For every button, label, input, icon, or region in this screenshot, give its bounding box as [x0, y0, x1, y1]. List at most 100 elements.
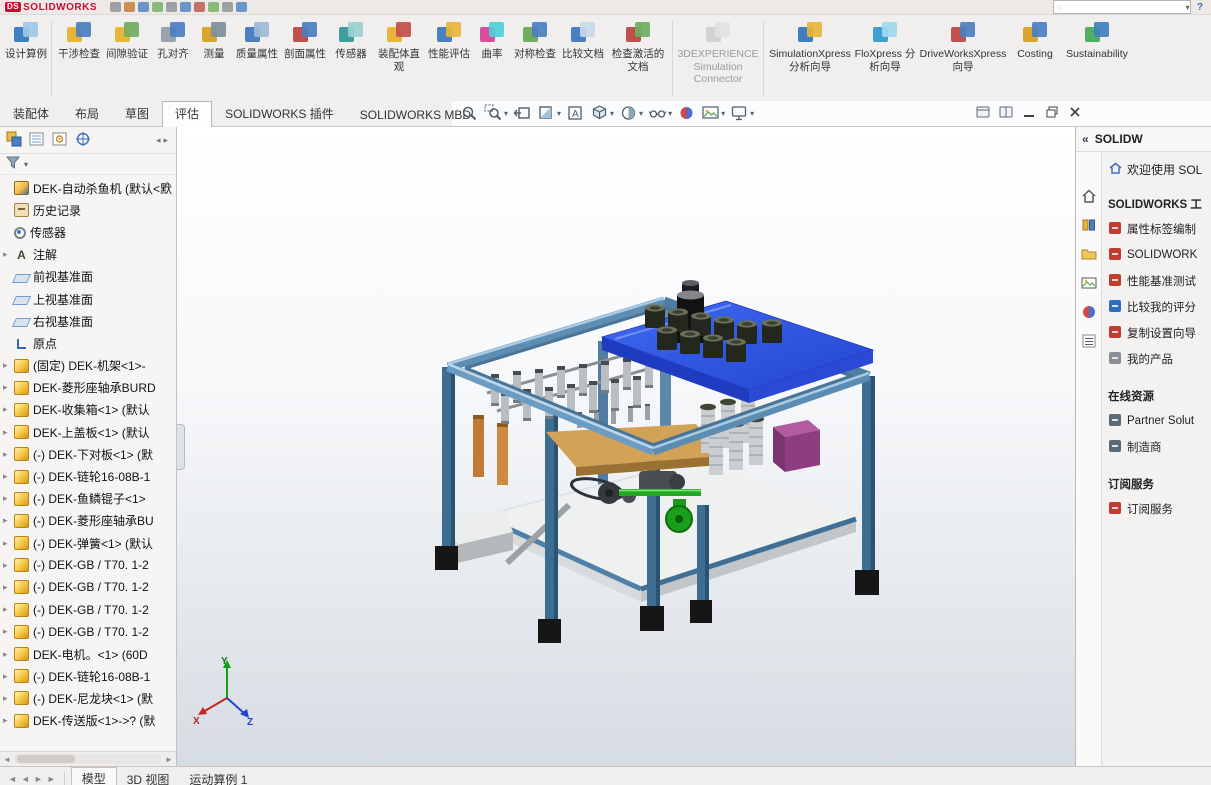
ribbon-item-sustainability[interactable]: Sustainability	[1061, 17, 1133, 101]
scroll-left-icon[interactable]: ◄	[0, 755, 14, 764]
task-pane-item[interactable]: 我的产品	[1108, 346, 1209, 372]
section-view-icon[interactable]: ▾	[535, 103, 563, 123]
solidworks-resources-icon[interactable]	[1079, 186, 1099, 206]
ribbon-item-costing[interactable]: Costing	[1009, 17, 1061, 101]
expand-arrow-icon[interactable]: ▸	[3, 404, 13, 415]
help-icon[interactable]: ?	[1194, 2, 1206, 13]
minimize-icon[interactable]	[1021, 104, 1037, 123]
tree-item[interactable]: 前视基准面	[0, 266, 176, 288]
dropdown-caret-icon[interactable]: ▾	[750, 109, 754, 118]
expand-task-pane-icon[interactable]: «	[1082, 132, 1089, 146]
new-icon[interactable]	[110, 2, 122, 12]
display-pane-icon[interactable]	[28, 130, 46, 151]
file-explorer-icon[interactable]	[1079, 244, 1099, 264]
design-library-icon[interactable]	[1079, 215, 1099, 235]
command-tab-4[interactable]: SOLIDWORKS 插件	[212, 101, 347, 126]
ribbon-item-floxpress[interactable]: FloXpress 分析向导	[853, 17, 917, 101]
graphics-viewport[interactable]: Y X Z	[177, 127, 1075, 766]
search-input[interactable]	[1064, 2, 1182, 12]
expand-arrow-icon[interactable]: ▸	[3, 604, 13, 615]
prev-tab-icon[interactable]: ◄	[19, 774, 32, 784]
expand-arrow-icon[interactable]: ▸	[3, 649, 13, 660]
tree-item[interactable]: ▸ DEK-上盖板<1> (默认	[0, 421, 176, 443]
rebuild-icon[interactable]	[208, 2, 220, 12]
tree-horizontal-scrollbar[interactable]: ◄ ►	[0, 751, 176, 766]
dynamic-annotation-icon[interactable]: A	[564, 103, 587, 123]
expand-arrow-icon[interactable]: ▸	[3, 449, 13, 460]
panel-splitter-handle[interactable]	[177, 424, 185, 470]
tree-item[interactable]: ▸ (-) DEK-链轮16-08B-1	[0, 665, 176, 687]
task-pane-item[interactable]: 性能基准测试	[1108, 268, 1209, 294]
study-tab-2[interactable]: 运动算例 1	[179, 769, 257, 785]
edit-appearance-icon[interactable]	[675, 103, 698, 123]
ribbon-item-clearance-verification[interactable]: 间隙验证	[103, 17, 151, 101]
collapse-tree-icon[interactable]: ∧	[164, 180, 171, 191]
ribbon-item-design-study[interactable]: 设计算例	[4, 17, 48, 101]
command-tab-2[interactable]: 草图	[112, 101, 162, 126]
print-icon[interactable]	[152, 2, 164, 12]
task-pane-item[interactable]: Partner Solut	[1108, 408, 1209, 434]
tree-item[interactable]: ▸ (-) DEK-尼龙块<1> (默	[0, 687, 176, 709]
tree-item[interactable]: 上视基准面	[0, 288, 176, 310]
tree-item[interactable]: ▸ DEK-菱形座轴承BURD	[0, 377, 176, 399]
expand-arrow-icon[interactable]: ▸	[3, 471, 13, 482]
expand-arrow-icon[interactable]: ▸	[3, 671, 13, 682]
expand-arrow-icon[interactable]: ▸	[3, 493, 13, 504]
undo-icon[interactable]	[166, 2, 178, 12]
tree-item[interactable]: ▸ (-) DEK-下对板<1> (默	[0, 443, 176, 465]
study-tab-1[interactable]: 3D 视图	[117, 769, 180, 785]
search-box[interactable]: ◌ ▾	[1052, 0, 1191, 14]
dropdown-caret-icon[interactable]: ▾	[721, 109, 725, 118]
expand-arrow-icon[interactable]: ▸	[3, 715, 13, 726]
tree-root-item[interactable]: DEK-自动杀鱼机 (默认<默	[0, 177, 176, 199]
search-caret-icon[interactable]: ▾	[1186, 3, 1190, 12]
window-icon-2[interactable]	[998, 104, 1014, 123]
window-icon[interactable]	[975, 104, 991, 123]
expand-arrow-icon[interactable]: ▸	[3, 538, 13, 549]
filter-icon[interactable]	[5, 155, 21, 173]
restore-icon[interactable]	[1044, 104, 1060, 123]
ribbon-item-3dexperience-connector[interactable]: 3DEXPERIENCE Simulation Connector	[676, 17, 760, 101]
ribbon-item-assembly-visualization[interactable]: 装配体直观	[373, 17, 425, 101]
dimxpert-manager-icon[interactable]	[74, 130, 92, 151]
redo-icon[interactable]	[180, 2, 192, 12]
options-icon[interactable]	[236, 2, 248, 12]
display-style-icon[interactable]: ▾	[617, 103, 645, 123]
dropdown-caret-icon[interactable]: ▾	[668, 109, 672, 118]
ribbon-item-driveworksxpress[interactable]: DriveWorksXpress 向导	[917, 17, 1009, 101]
tree-item[interactable]: 传感器	[0, 221, 176, 243]
scrollbar-thumb[interactable]	[17, 755, 75, 763]
dropdown-caret-icon[interactable]: ▾	[639, 109, 643, 118]
open-icon[interactable]	[124, 2, 136, 12]
view-palette-icon[interactable]	[1079, 273, 1099, 293]
zoom-to-area-icon[interactable]: ▾	[482, 103, 510, 123]
scroll-right-icon[interactable]: ►	[162, 755, 176, 764]
view-orientation-icon[interactable]: ▾	[588, 103, 616, 123]
expand-arrow-icon[interactable]: ▸	[3, 626, 13, 637]
save-icon[interactable]	[138, 2, 150, 12]
custom-properties-icon[interactable]	[1079, 331, 1099, 351]
select-icon[interactable]	[194, 2, 206, 12]
command-tab-1[interactable]: 布局	[62, 101, 112, 126]
tree-item[interactable]: 右视基准面	[0, 310, 176, 332]
ribbon-item-compare-documents[interactable]: 比较文档	[559, 17, 607, 101]
tree-item[interactable]: ▸ (-) DEK-GB / T70. 1-2	[0, 554, 176, 576]
ribbon-item-interference-detection[interactable]: 干涉检查	[55, 17, 103, 101]
hide-show-items-icon[interactable]: ▾	[646, 103, 674, 123]
tree-item[interactable]: ▸ (-) DEK-链轮16-08B-1	[0, 465, 176, 487]
tree-item[interactable]: ▸ (-) DEK-GB / T70. 1-2	[0, 599, 176, 621]
task-pane-item[interactable]: 属性标签编制	[1108, 216, 1209, 242]
tree-item[interactable]: ▸ (固定) DEK-机架<1>-	[0, 355, 176, 377]
close-icon[interactable]	[1067, 104, 1083, 123]
expand-arrow-icon[interactable]: ▸	[3, 382, 13, 393]
tree-item[interactable]: ▸ DEK-收集箱<1> (默认	[0, 399, 176, 421]
command-tab-3[interactable]: 评估	[162, 101, 213, 127]
configuration-manager-icon[interactable]	[51, 130, 69, 151]
ribbon-item-hole-alignment[interactable]: 孔对齐	[151, 17, 195, 101]
expand-arrow-icon[interactable]: ▸	[3, 693, 13, 704]
tree-item[interactable]: ▸ (-) DEK-鱼鳞锟子<1>	[0, 488, 176, 510]
tree-item[interactable]: ▸ (-) DEK-GB / T70. 1-2	[0, 621, 176, 643]
task-pane-item[interactable]: 比较我的评分	[1108, 294, 1209, 320]
ribbon-item-check-active-document[interactable]: 检查激活的文档	[607, 17, 669, 101]
tree-item[interactable]: ▸ DEK-电机。<1> (60D	[0, 643, 176, 665]
